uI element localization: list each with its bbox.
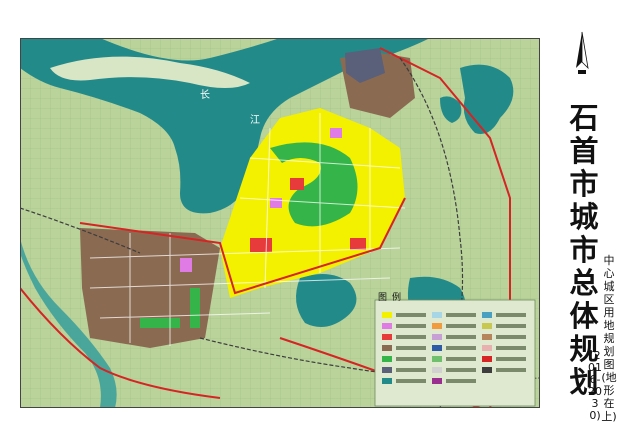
legend-title-li: 例 bbox=[392, 291, 401, 303]
label-chang: 长 bbox=[200, 89, 210, 101]
commercial-block-1 bbox=[250, 238, 272, 252]
commercial-block-3 bbox=[350, 238, 366, 250]
title-panel: 石首市城市总体规划 中心城区用地规划图(地形在上) (2016-2030) bbox=[546, 86, 636, 423]
legend-title-tu: 图 bbox=[378, 292, 387, 303]
green-strip-1 bbox=[140, 318, 180, 328]
public-block-2 bbox=[180, 258, 192, 272]
map-legend: 图 例 bbox=[374, 291, 536, 407]
plan-years: (2016-2030) bbox=[588, 349, 602, 422]
green-strip-2 bbox=[190, 288, 200, 328]
land-use-map: 长 江 图 例 bbox=[20, 38, 540, 408]
commercial-block-2 bbox=[290, 178, 304, 190]
north-arrow-icon bbox=[576, 31, 589, 74]
map-subtitle: 中心城区用地规划图(地形在上) bbox=[601, 254, 617, 423]
public-block-3 bbox=[330, 128, 342, 138]
label-jiang: 江 bbox=[250, 114, 260, 126]
